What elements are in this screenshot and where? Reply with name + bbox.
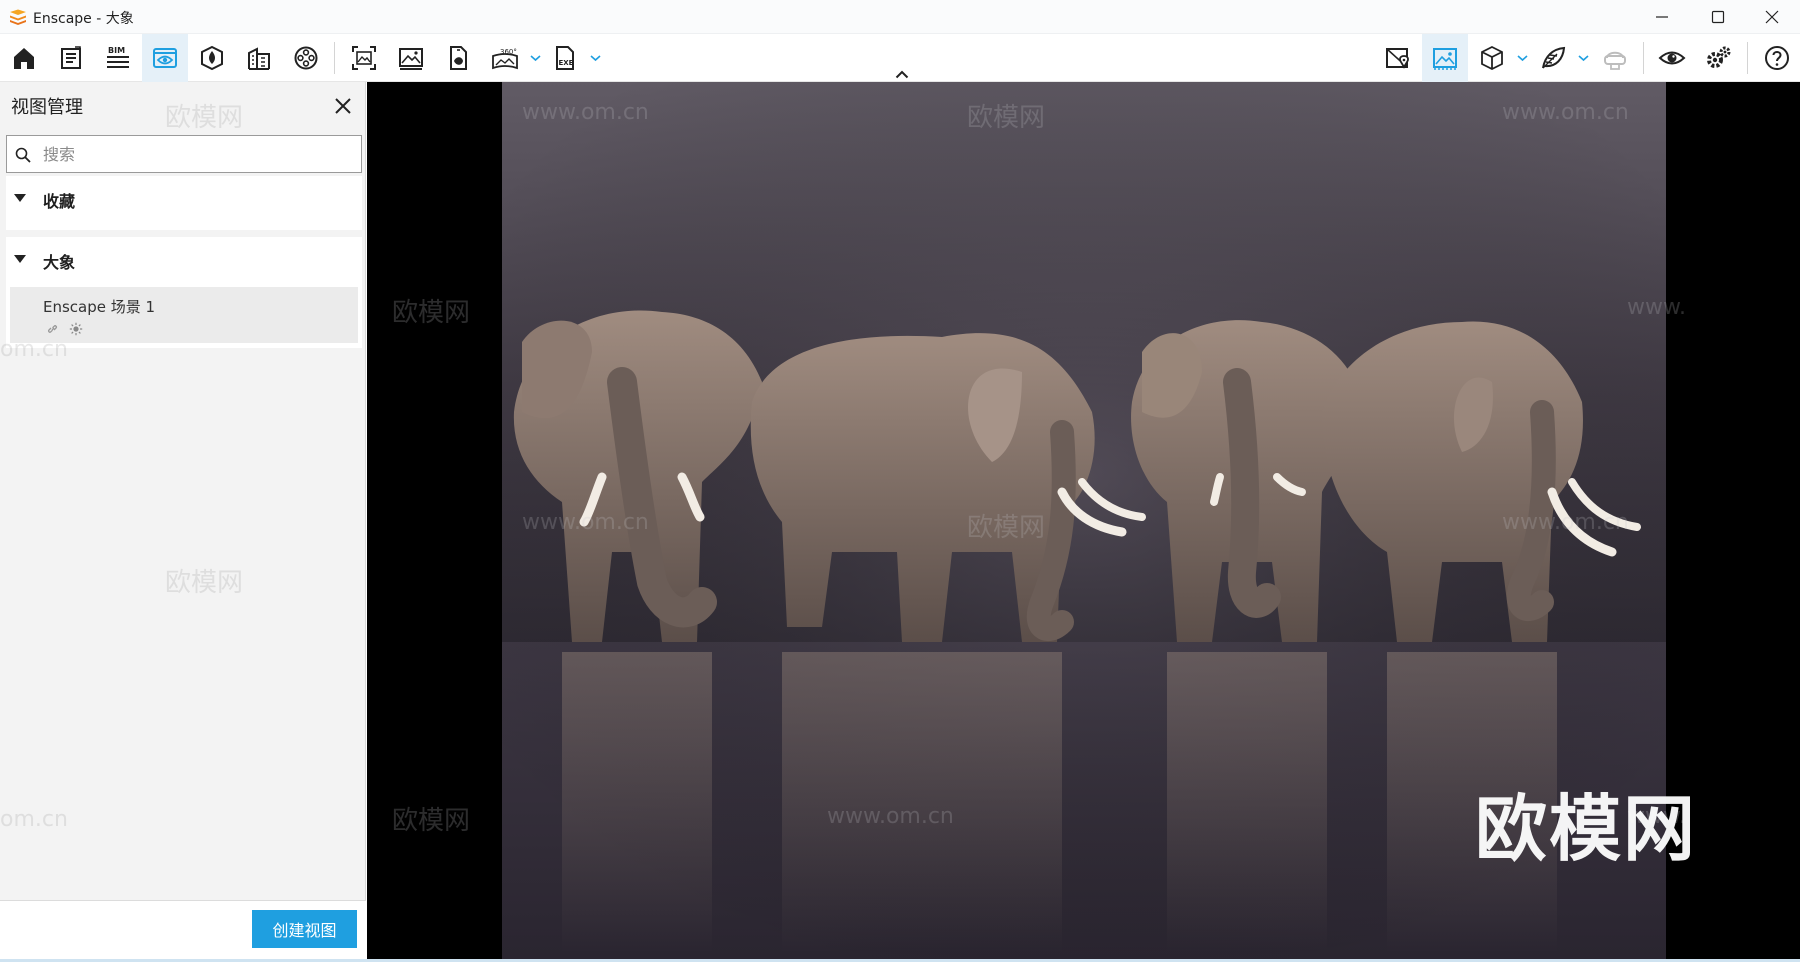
video-editor-button[interactable] (283, 34, 329, 82)
material-editor-button[interactable] (236, 34, 282, 82)
maximize-button[interactable] (1690, 0, 1746, 34)
panorama-export-icon (450, 46, 467, 70)
watermark-brand: 欧模网 (165, 103, 244, 133)
view-name: Enscape 场景 1 (43, 298, 156, 316)
group-label: 大象 (43, 253, 76, 272)
panel-footer: 创建视图 (0, 900, 366, 959)
notes-button[interactable] (48, 34, 94, 82)
minimize-button[interactable] (1634, 0, 1690, 34)
asset-library-dropdown[interactable] (1576, 48, 1590, 68)
leaf-asset-icon (1542, 46, 1566, 69)
favorites-group: 收藏 (6, 176, 362, 230)
home-button[interactable] (1, 34, 47, 82)
screenshot-button[interactable] (388, 34, 434, 82)
panel-close-button[interactable] (330, 93, 356, 119)
bim-button[interactable]: BIM (95, 34, 141, 82)
batch-render-icon (352, 46, 376, 70)
cube-dropdown[interactable] (1515, 48, 1529, 68)
standalone-exe-icon: EXE (556, 46, 574, 70)
atmosphere-button[interactable] (189, 34, 235, 82)
standalone-exe-button[interactable]: EXE (542, 34, 588, 82)
search-box (6, 135, 362, 173)
maximize-icon (1711, 10, 1725, 24)
chevron-down-icon (529, 55, 541, 62)
search-icon (15, 147, 31, 163)
view-list-item[interactable]: Enscape 场景 1 (10, 287, 358, 343)
vr-headset-icon (1604, 51, 1626, 70)
window-title: Enscape - 大象 (33, 11, 134, 27)
map-pin-icon (1386, 48, 1409, 69)
video-editor-icon (294, 46, 318, 70)
expand-triangle-icon (14, 255, 26, 263)
collapse-toolbar-button[interactable] (893, 66, 911, 82)
watermark-brand: 欧模网 (165, 568, 244, 598)
help-button[interactable] (1754, 34, 1800, 82)
notes-icon (61, 46, 81, 69)
group-label: 收藏 (43, 192, 76, 211)
close-icon (1765, 10, 1779, 24)
watermark-partial: om.cn (0, 807, 68, 832)
image-settings-button[interactable] (1422, 34, 1468, 82)
favorites-group-header[interactable]: 收藏 (6, 176, 362, 222)
chevron-down-icon (1577, 55, 1589, 62)
cube-button[interactable] (1469, 34, 1515, 82)
enscape-logo-icon (10, 9, 26, 25)
chevron-down-icon (1516, 55, 1528, 62)
chevron-down-icon (589, 55, 601, 62)
expand-triangle-icon (14, 194, 26, 202)
screenshot-icon (399, 48, 423, 70)
sun-icon[interactable] (69, 322, 83, 336)
toolbar-separator (334, 42, 335, 74)
minimize-icon (1656, 16, 1668, 18)
title-bar: Enscape - 大象 (0, 0, 1800, 34)
toolbar-separator (1643, 42, 1644, 74)
batch-render-button[interactable] (341, 34, 387, 82)
view-management-icon (153, 48, 177, 68)
rendered-scene-image (502, 82, 1666, 959)
svg-text:BIM: BIM (108, 46, 125, 55)
toolbar-separator (1747, 42, 1748, 74)
scene-group: 大象 Enscape 场景 1 (6, 237, 362, 348)
standalone-exe-dropdown[interactable] (588, 48, 602, 68)
panorama-360-dropdown[interactable] (528, 48, 542, 68)
visual-settings-button[interactable] (1649, 34, 1695, 82)
svg-text:EXE: EXE (559, 59, 574, 67)
link-icon[interactable] (46, 322, 60, 336)
panorama-360-button[interactable]: 360° (482, 34, 528, 82)
visual-settings-eye-icon (1658, 51, 1686, 65)
panorama-export-button[interactable] (435, 34, 481, 82)
settings-button[interactable] (1696, 34, 1742, 82)
watermark-brand: 欧模网 (392, 298, 471, 328)
asset-library-button[interactable] (1530, 34, 1576, 82)
scene-group-header[interactable]: 大象 (6, 237, 362, 283)
search-input[interactable] (43, 140, 353, 168)
create-view-button[interactable]: 创建视图 (252, 910, 357, 948)
close-icon (335, 98, 351, 114)
help-icon (1765, 46, 1789, 70)
chevron-up-icon (895, 70, 909, 78)
map-pin-button[interactable] (1375, 34, 1421, 82)
panorama-360-icon: 360° (492, 48, 518, 70)
atmosphere-icon (201, 45, 223, 71)
home-icon (14, 48, 34, 69)
vr-headset-button[interactable] (1592, 34, 1638, 82)
image-settings-icon (1433, 48, 1457, 70)
watermark-brand: 欧模网 (392, 806, 471, 836)
cube-icon (1481, 45, 1503, 71)
close-window-button[interactable] (1744, 0, 1800, 34)
render-viewport[interactable]: www.om.cn 欧模网 www.om.cn 欧模网 www. www.om.… (367, 82, 1800, 959)
view-management-panel: 视图管理 收藏 大象 Enscape 场景 1 欧模网 om.cn 欧模网 om… (0, 82, 366, 959)
material-editor-icon (248, 47, 270, 70)
settings-gears-icon (1707, 46, 1731, 68)
bim-icon: BIM (107, 46, 129, 68)
panel-title: 视图管理 (11, 97, 83, 118)
view-management-button[interactable] (142, 34, 188, 82)
elephants-render (502, 82, 1666, 959)
